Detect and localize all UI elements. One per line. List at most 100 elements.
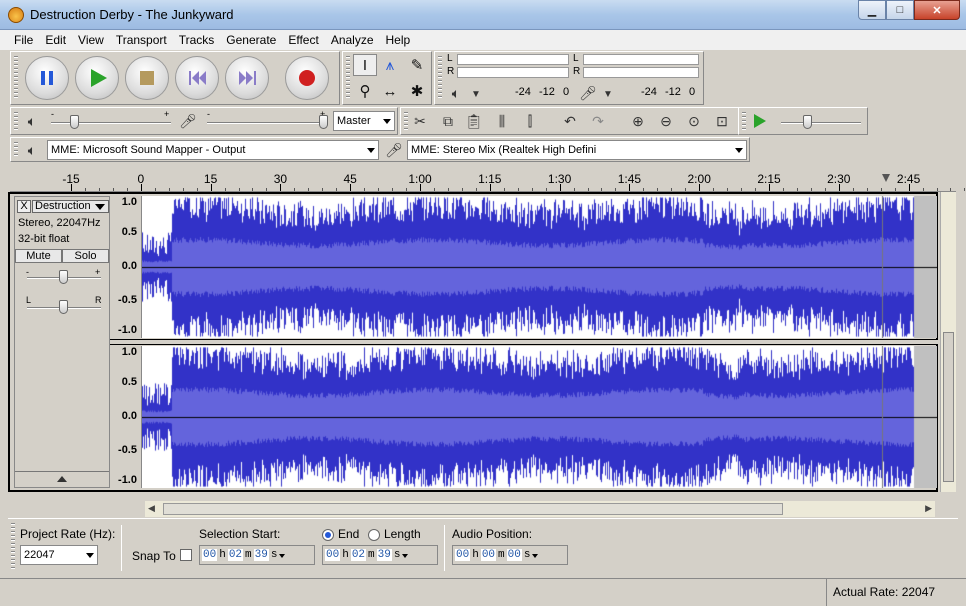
selection-tool-button[interactable]: I [353,54,377,76]
start-seconds[interactable]: 39 [253,549,269,561]
audio-position-field[interactable]: 00 h 00 m 00 s [452,545,568,565]
vertical-scrollbar[interactable] [940,192,956,492]
menu-tracks[interactable]: Tracks [173,30,221,50]
silence-icon[interactable]: ⫿ [519,110,541,132]
skip-to-end-button[interactable] [225,56,269,100]
position-minutes[interactable]: 00 [480,549,497,561]
input-device-select[interactable]: MME: Stereo Mix (Realtek High Defini [407,140,747,160]
zoom-in-icon[interactable]: ⊕ [627,110,649,132]
fit-project-icon[interactable]: ⊡ [711,110,733,132]
undo-icon[interactable]: ↶ [559,110,581,132]
output-volume-slider[interactable] [70,115,79,129]
speaker-icon[interactable]: 🔈︎ [445,82,467,104]
selection-end-field[interactable]: 00 h 02 m 39 s [322,545,438,565]
menu-transport[interactable]: Transport [110,30,173,50]
close-window-button[interactable]: ✕ [914,0,960,20]
end-seconds[interactable]: 39 [376,549,392,561]
selection-start-field[interactable]: 00 h 02 m 39 s [199,545,315,565]
toolbar-grip[interactable] [14,142,18,157]
menu-analyze[interactable]: Analyze [325,30,380,50]
draw-tool-button[interactable]: ✎ [405,54,429,76]
position-hours[interactable]: 00 [455,549,471,561]
chevron-down-icon[interactable] [402,554,409,558]
timeline-minor-tick [238,188,240,191]
vertical-scroll-thumb[interactable] [943,332,954,482]
timeline-minor-tick [950,188,952,191]
timeline-minor-tick [880,188,882,191]
track-close-button[interactable]: X [17,200,31,213]
play-button[interactable] [75,56,119,100]
start-hours[interactable]: 00 [202,549,218,561]
end-minutes[interactable]: 02 [350,549,367,561]
record-meter-left[interactable] [583,54,699,65]
copy-icon[interactable]: ⧉ [437,110,459,132]
chevron-down-icon[interactable] [279,554,286,558]
pan-slider[interactable] [59,300,68,314]
trim-icon[interactable]: ⫼ [491,110,513,132]
input-source-select[interactable]: Master [333,111,395,131]
menu-edit[interactable]: Edit [39,30,72,50]
waveform-right-channel[interactable] [142,346,937,488]
horizontal-scrollbar[interactable]: ◀ ▶ [145,501,935,517]
multi-tool-button[interactable]: ✱ [405,80,429,102]
playhead-marker[interactable] [882,174,890,182]
position-seconds[interactable]: 00 [506,549,522,561]
project-rate-select[interactable]: 22047 [20,545,98,565]
track-name-menu[interactable]: Destruction [32,200,109,213]
zoom-out-icon[interactable]: ⊖ [655,110,677,132]
toolbar-grip[interactable] [404,112,408,130]
toolbar-grip[interactable] [438,56,442,100]
cut-icon[interactable]: ✂ [409,110,431,132]
length-radio[interactable] [368,529,380,541]
menu-view[interactable]: View [72,30,110,50]
timeline-ruler[interactable]: -15 0 15 30 45 1:00 1:15 1:30 1:45 2:00 2:15 2:30 2:… [10,164,966,192]
scroll-left-icon[interactable]: ◀ [148,503,155,514]
record-meter-menu-icon[interactable]: ▼ [597,83,619,105]
collapse-track-button[interactable] [15,471,109,487]
end-hours[interactable]: 00 [325,549,341,561]
record-meter-right[interactable] [583,67,699,78]
maximize-button[interactable]: □ [886,0,914,20]
waveform-left-channel[interactable] [142,196,937,338]
toolbar-grip[interactable] [11,523,15,570]
snap-to-checkbox[interactable] [180,549,192,561]
playback-meter-left[interactable] [457,54,569,65]
timeline-minor-tick [461,188,463,191]
output-device-select[interactable]: MME: Microsoft Sound Mapper - Output [47,140,379,160]
maximize-icon: □ [896,4,904,16]
time-shift-tool-button[interactable]: ↔ [378,80,402,102]
solo-button[interactable]: Solo [62,249,109,263]
envelope-tool-button[interactable]: ⩚ [378,54,402,76]
start-minutes[interactable]: 02 [227,549,244,561]
input-volume-slider[interactable] [319,115,328,129]
playback-meter-right[interactable] [457,67,569,78]
end-radio[interactable] [322,529,334,541]
mute-button[interactable]: Mute [15,249,62,263]
menu-file[interactable]: File [8,30,39,50]
menu-effect[interactable]: Effect [282,30,324,50]
horizontal-scroll-thumb[interactable] [163,503,783,515]
zoom-tool-button[interactable]: ⚲ [353,80,377,102]
microphone-icon[interactable]: 🎤︎ [577,82,599,104]
fit-selection-icon[interactable]: ⊙ [683,110,705,132]
record-button[interactable] [285,56,329,100]
redo-icon[interactable]: ↷ [587,110,609,132]
toolbar-grip[interactable] [14,56,18,100]
toolbar-grip[interactable] [14,112,18,130]
toolbar-grip[interactable] [346,56,350,100]
pause-button[interactable] [25,56,69,100]
paste-icon[interactable]: 📋︎ [463,110,485,132]
device-toolbar: 🔈︎ MME: Microsoft Sound Mapper - Output … [10,137,750,162]
play-at-speed-button[interactable] [749,110,771,132]
gain-slider[interactable] [59,270,68,284]
menu-generate[interactable]: Generate [220,30,282,50]
speed-slider[interactable] [803,115,812,129]
scroll-right-icon[interactable]: ▶ [925,503,932,514]
playback-meter-menu-icon[interactable]: ▼ [465,83,487,105]
minimize-button[interactable]: ▁ [858,0,886,20]
stop-button[interactable] [125,56,169,100]
menu-help[interactable]: Help [380,30,417,50]
skip-to-start-button[interactable] [175,56,219,100]
toolbar-grip[interactable] [742,112,746,130]
chevron-down-icon[interactable] [532,554,539,558]
